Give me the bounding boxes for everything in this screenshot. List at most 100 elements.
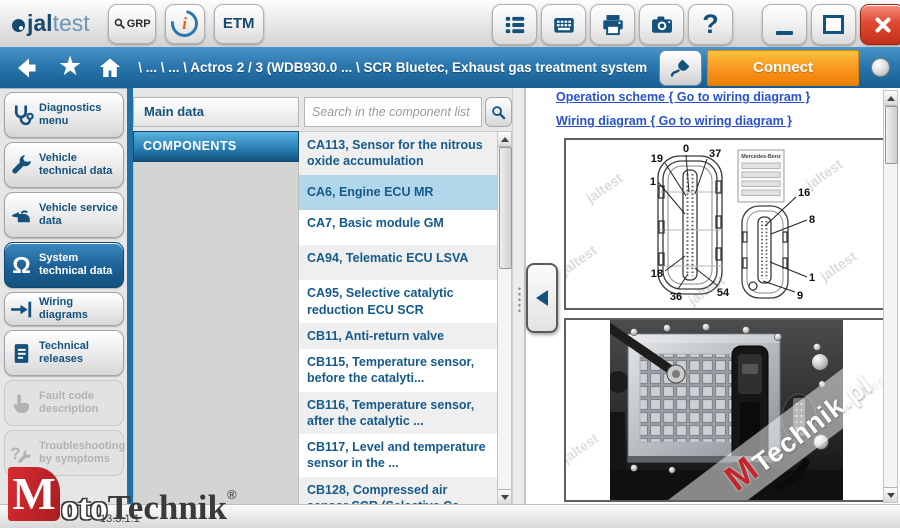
arrow-down-icon xyxy=(887,493,895,498)
component-item-selected[interactable]: CA6, Engine ECU MR xyxy=(299,175,497,210)
home-button[interactable] xyxy=(97,56,123,80)
maximize-button[interactable] xyxy=(811,4,856,45)
sidebar-item-label: Diagnostics menu xyxy=(39,102,120,128)
jaltest-dot-icon xyxy=(12,19,25,32)
component-search-button[interactable] xyxy=(485,97,512,127)
scroll-down-button[interactable] xyxy=(498,489,511,504)
collapse-panel-button[interactable] xyxy=(526,263,558,333)
sidebar-item-system-technical-data[interactable]: Ω System technical data xyxy=(4,242,124,288)
pin-label: 1 xyxy=(809,272,815,284)
jaltest-logo: jaltest xyxy=(12,12,90,35)
pin-label: 16 xyxy=(798,187,810,199)
sidebar-item-label: Vehicle technical data xyxy=(39,152,120,178)
camera-button[interactable] xyxy=(639,4,684,45)
help-button[interactable]: ? xyxy=(688,4,733,45)
scroll-up-button[interactable] xyxy=(884,91,897,106)
magnifier-icon xyxy=(113,17,126,30)
hand-pointer-icon xyxy=(8,390,35,417)
version-label: 13.3.1.1 xyxy=(100,513,140,525)
sidebar-item-technical-releases[interactable]: Technical releases xyxy=(4,330,124,376)
navigation-bar: ★ \ ... \ ... \ Actros 2 / 3 (WDB930.0 .… xyxy=(0,47,900,89)
connect-button[interactable]: Connect xyxy=(707,50,859,86)
component-item[interactable]: CA7, Basic module GM xyxy=(299,210,497,245)
detail-panel-scrollbar[interactable] xyxy=(883,90,898,503)
etm-label: ETM xyxy=(223,15,255,32)
grp-button[interactable]: GRP xyxy=(108,4,156,44)
keyboard-button[interactable] xyxy=(541,4,586,45)
connector-pinout-drawing: 19 0 37 1 18 36 54 16 8 1 9 Mercedes-Ben… xyxy=(566,140,887,308)
pin-label: 1 xyxy=(650,176,656,188)
logo-text-light: test xyxy=(53,12,90,35)
star-icon: ★ xyxy=(58,51,82,81)
sidebar-item-label: Troubleshooting by symptoms xyxy=(39,440,125,466)
sidebar-item-label: Fault code description xyxy=(39,390,120,416)
arrow-up-icon xyxy=(501,137,509,142)
scrollbar-thumb[interactable] xyxy=(499,147,512,269)
etm-button[interactable]: ETM xyxy=(214,4,264,44)
panel-splitter[interactable] xyxy=(512,88,525,505)
diagnostics-connector-button[interactable] xyxy=(659,50,702,86)
pin-label: 8 xyxy=(809,214,815,226)
component-item[interactable]: CB115, Temperature sensor, before the ca… xyxy=(299,349,497,392)
brand-plate-label: Mercedes-Benz xyxy=(741,154,781,160)
pin-label: 18 xyxy=(651,268,663,280)
component-item[interactable]: CA113, Sensor for the nitrous oxide accu… xyxy=(299,132,497,175)
splitter-grip-icon xyxy=(517,286,522,314)
scroll-down-button[interactable] xyxy=(884,487,897,502)
component-item[interactable]: CB11, Anti-return valve xyxy=(299,323,497,349)
back-button[interactable] xyxy=(15,56,45,80)
question-wrench-icon: ? xyxy=(8,440,35,467)
operation-scheme-link[interactable]: Operation scheme { Go to wiring diagram … xyxy=(556,90,810,104)
wiring-diagram-link[interactable]: Wiring diagram { Go to wiring diagram } xyxy=(556,114,810,128)
omega-icon: Ω xyxy=(8,252,35,279)
jaltest-app-window: jaltest GRP i ETM xyxy=(0,0,900,528)
sidebar-item-vehicle-service-data[interactable]: Vehicle service data xyxy=(4,192,124,238)
scrollbar-thumb[interactable] xyxy=(885,106,898,164)
tab-main-data[interactable]: Main data xyxy=(133,97,299,127)
keyboard-icon xyxy=(551,12,577,38)
component-search-input[interactable] xyxy=(304,97,482,127)
pin-label: 37 xyxy=(709,148,721,160)
component-item[interactable]: CA94, Telematic ECU LSVA xyxy=(299,245,497,280)
sidebar-item-wiring-diagrams[interactable]: Wiring diagrams xyxy=(4,292,124,326)
component-photo: jaltest jaltest xyxy=(564,318,889,502)
pin-label: 0 xyxy=(683,143,689,155)
minimize-button[interactable] xyxy=(762,4,807,45)
component-item[interactable]: CB116, Temperature sensor, after the cat… xyxy=(299,392,497,435)
print-button[interactable] xyxy=(590,4,635,45)
connector-diagram: jaltest jaltest jaltest jaltest jaltest xyxy=(564,138,889,310)
info-button[interactable]: i xyxy=(165,4,205,44)
component-item[interactable]: CB128, Compressed air sensor SCR (Select… xyxy=(299,477,497,506)
camera-icon xyxy=(649,12,675,38)
component-item[interactable]: CB117, Level and temperature sensor in t… xyxy=(299,434,497,477)
logo-text-bold: jal xyxy=(27,12,53,35)
search-icon xyxy=(490,104,507,121)
favorites-button[interactable]: ★ xyxy=(58,53,82,80)
brand-plate: Mercedes-Benz xyxy=(738,150,784,202)
component-list-scrollbar[interactable] xyxy=(497,131,512,505)
sidebar-item-vehicle-technical-data[interactable]: Vehicle technical data xyxy=(4,142,124,188)
sidebar-item-label: Vehicle service data xyxy=(39,202,120,228)
menu-list-icon xyxy=(502,12,528,38)
toolbar-icon-group: ? xyxy=(492,4,733,45)
info-icon: i xyxy=(166,5,204,43)
sidebar-item-label: System technical data xyxy=(39,252,120,278)
menu-list-button[interactable] xyxy=(492,4,537,45)
document-icon xyxy=(8,340,35,367)
wrench-icon xyxy=(8,152,35,179)
category-components[interactable]: COMPONENTS xyxy=(133,131,299,162)
detail-links: Operation scheme { Go to wiring diagram … xyxy=(556,90,810,138)
sidebar-item-diagnostics-menu[interactable]: Diagnostics menu xyxy=(4,92,124,138)
nav-right-controls: Connect xyxy=(659,50,890,86)
close-button[interactable] xyxy=(860,4,900,45)
scroll-up-button[interactable] xyxy=(498,132,511,147)
wiring-arrow-icon xyxy=(8,296,35,323)
back-arrow-icon xyxy=(15,56,45,80)
category-column xyxy=(133,162,299,505)
jaltest-watermark: jaltest xyxy=(564,430,601,466)
top-toolbar: jaltest GRP i ETM xyxy=(0,0,900,48)
component-item[interactable]: CA95, Selective catalytic reduction ECU … xyxy=(299,280,497,323)
home-icon xyxy=(97,56,123,80)
pin-label: 19 xyxy=(651,153,663,165)
help-icon: ? xyxy=(702,9,719,40)
